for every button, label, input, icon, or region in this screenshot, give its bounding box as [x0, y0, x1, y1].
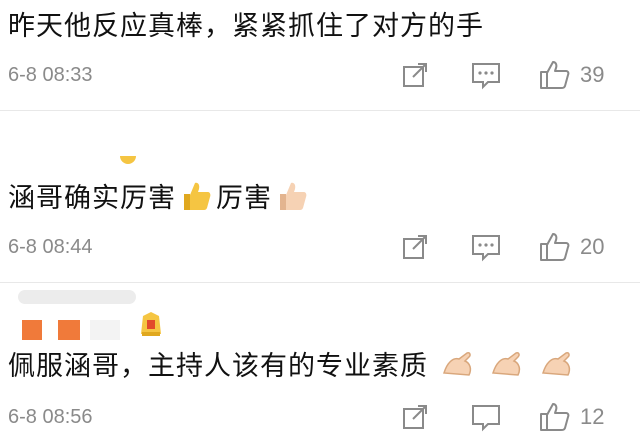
badge-icon — [138, 310, 164, 342]
thumbs-up-emoji-icon — [275, 179, 309, 220]
comment-text: 佩服涵哥，主持人该有的专业素质 — [8, 344, 577, 386]
like-count: 39 — [580, 62, 605, 87]
avatar-block — [90, 320, 120, 340]
like-button[interactable]: 12 — [538, 400, 604, 434]
comment-text: 涵哥确实厉害 厉害 — [8, 176, 312, 220]
avatar-block — [22, 320, 42, 340]
share-button[interactable] — [400, 58, 430, 92]
comment-time: 6-8 08:56 — [8, 406, 93, 428]
comment-text-part: 佩服涵哥，主持人该有的专业素质 — [8, 351, 428, 382]
username-redacted — [18, 290, 136, 304]
like-count: 20 — [580, 234, 605, 259]
ok-hand-emoji-icon — [490, 349, 524, 386]
avatar-block — [58, 320, 80, 340]
share-button[interactable] — [400, 400, 430, 434]
share-button[interactable] — [400, 230, 430, 264]
ok-hand-emoji-icon — [441, 349, 475, 386]
comment-time: 6-8 08:44 — [8, 236, 93, 258]
comment-icon — [472, 63, 500, 90]
like-button[interactable]: 39 — [538, 58, 604, 92]
thumbs-up-emoji-icon — [179, 179, 213, 220]
comment-text-part: 厉害 — [216, 183, 272, 214]
comment-text-part: 涵哥确实厉害 — [8, 183, 176, 214]
avatar-partial — [120, 156, 136, 164]
reply-button[interactable] — [470, 400, 502, 434]
reply-button[interactable] — [470, 58, 502, 92]
like-count: 12 — [580, 404, 605, 429]
share-icon — [403, 235, 427, 259]
comment-text: 昨天他反应真棒，紧紧抓住了对方的手 — [8, 11, 484, 42]
share-icon — [403, 63, 427, 87]
comment-icon — [472, 405, 500, 432]
comment-icon — [472, 235, 500, 262]
comment-time: 6-8 08:33 — [8, 64, 93, 86]
comment-meta: 6-8 08:56 12 — [0, 400, 640, 436]
comment-meta: 6-8 08:33 39 — [0, 58, 640, 94]
thumbs-up-icon — [540, 403, 570, 431]
comment-meta: 6-8 08:44 20 — [0, 230, 640, 266]
divider — [0, 282, 640, 283]
divider — [0, 110, 640, 111]
ok-hand-emoji-icon — [540, 349, 574, 386]
share-icon — [403, 405, 427, 429]
like-button[interactable]: 20 — [538, 230, 604, 264]
thumbs-up-icon — [540, 61, 570, 89]
thumbs-up-icon — [540, 233, 570, 261]
reply-button[interactable] — [470, 230, 502, 264]
